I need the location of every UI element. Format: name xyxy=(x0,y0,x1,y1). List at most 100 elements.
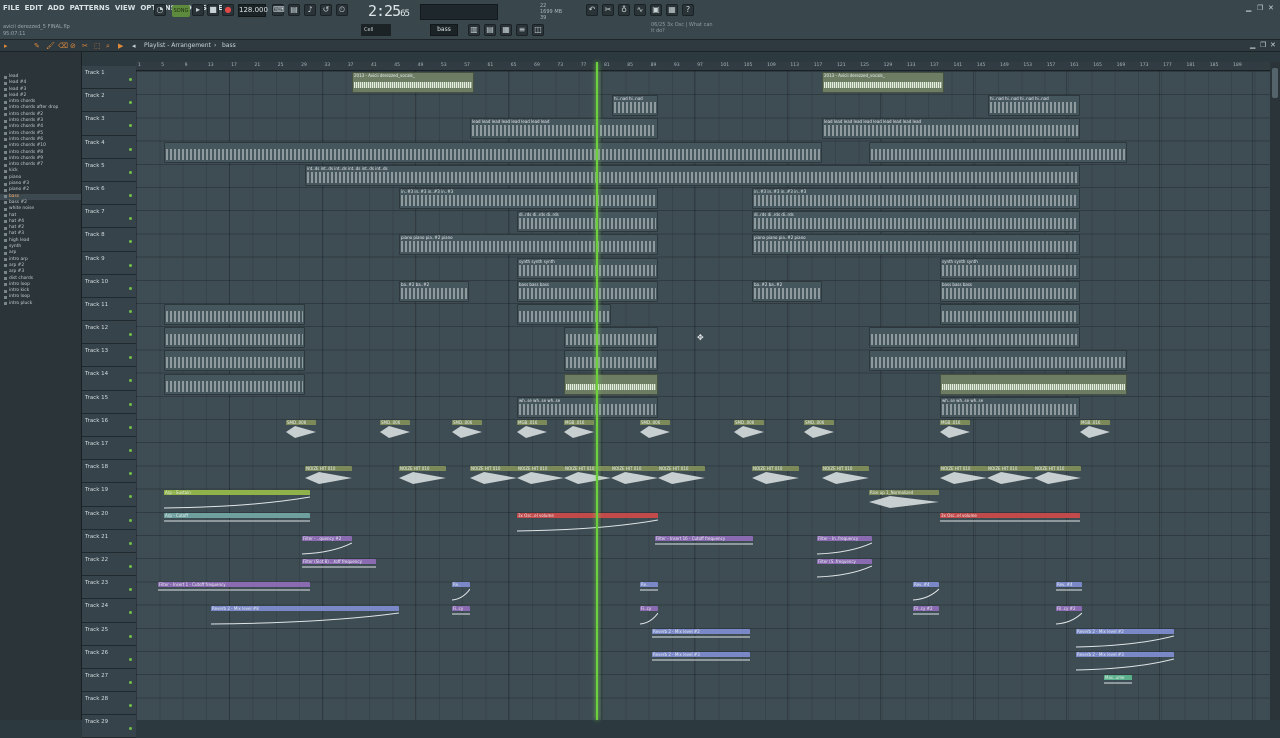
automation-clip[interactable]: Filter - Insert 16 - Cutoff frequency xyxy=(655,536,753,557)
menu-patterns[interactable]: PATTERNS xyxy=(70,4,110,12)
sample-clip[interactable]: NOIZE HIT 010 xyxy=(399,466,446,487)
menu-edit[interactable]: EDIT xyxy=(25,4,43,12)
pattern-clip[interactable]: hi..nad hi..nad xyxy=(612,95,658,117)
maximize-icon[interactable]: ❐ xyxy=(1257,4,1263,12)
track-mute-led[interactable] xyxy=(129,170,132,174)
menu-view[interactable]: VIEW xyxy=(115,4,136,12)
automation-clip[interactable]: Filter - ..quency #2 xyxy=(302,536,352,557)
track-mute-led[interactable] xyxy=(129,425,132,429)
pattern-clip[interactable]: ba..#2 ba..#2 xyxy=(752,280,822,302)
track-header[interactable]: Track 10 xyxy=(82,274,136,298)
browser-arrow-icon[interactable]: ▸ xyxy=(4,42,8,50)
paint-tool-icon[interactable]: 🖌 xyxy=(46,42,55,50)
pattern-clip[interactable]: in..#3 in..#3 in..#3 in..#3 xyxy=(399,188,658,209)
track-mute-led[interactable] xyxy=(129,680,132,684)
zoom-tool-icon[interactable]: ⌕ xyxy=(106,42,110,51)
sample-clip[interactable]: NOIZE HIT 010 xyxy=(517,466,564,487)
sample-clip[interactable]: SMD..006 xyxy=(804,420,834,441)
automation-clip[interactable]: Fi..cy xyxy=(452,605,470,627)
sample-clip[interactable]: NOIZE HIT 010 xyxy=(658,466,705,487)
sample-clip[interactable]: NOIZE HIT 010 xyxy=(822,466,869,487)
track-header[interactable]: Track 17 xyxy=(82,437,136,461)
playlist-close-icon[interactable]: ✕ xyxy=(1270,41,1276,49)
pattern-clip[interactable] xyxy=(869,327,1080,349)
track-mute-led[interactable] xyxy=(129,564,132,568)
track-header[interactable]: Track 15 xyxy=(82,390,136,414)
pattern-clip[interactable] xyxy=(164,304,305,325)
track-header[interactable]: Track 28 xyxy=(82,692,136,716)
channel-rack-icon[interactable]: ▦ xyxy=(500,24,512,36)
playlist-breadcrumb[interactable]: bass xyxy=(222,42,236,49)
automation-clip[interactable]: Arp - Sustain xyxy=(164,489,310,511)
track-header[interactable]: Track 13 xyxy=(82,344,136,368)
track-header[interactable]: Track 7 xyxy=(82,205,136,229)
track-header[interactable]: Track 4 xyxy=(82,135,136,159)
playhead[interactable] xyxy=(596,62,598,720)
sample-clip[interactable]: SMD..006 xyxy=(380,420,410,441)
track-header[interactable]: Track 19 xyxy=(82,483,136,507)
automation-clip[interactable]: 3x Osc..el volume xyxy=(940,512,1080,534)
play-button[interactable]: ▸ xyxy=(192,4,204,16)
help-icon[interactable]: ? xyxy=(682,4,694,16)
sample-clip[interactable]: NOIZE HIT 010 xyxy=(611,466,658,487)
track-header[interactable]: Track 1 xyxy=(82,66,136,90)
timeline-ruler[interactable]: 1 5 9 13 17 21 25 29 33 37 41 45 49 53 57 61 65 69 73 77 81 8… xyxy=(136,62,1270,71)
track-mute-led[interactable] xyxy=(129,124,132,128)
piano-roll-icon[interactable]: ▤ xyxy=(484,24,496,36)
select-tool-icon[interactable]: ⬚ xyxy=(94,42,101,50)
scrollbar-thumb[interactable] xyxy=(1272,68,1278,98)
pattern-clip[interactable]: synth synth synth xyxy=(517,257,658,279)
pattern-clip[interactable]: bass bass bass xyxy=(940,280,1080,302)
automation-clip[interactable]: Reverb 2 - Mix level #3 xyxy=(1076,652,1174,673)
pattern-clip[interactable]: lead lead lead lead lead lead lead lead … xyxy=(822,118,1080,140)
undo-icon[interactable]: ↶ xyxy=(586,4,598,16)
automation-clip[interactable]: Fi..cy xyxy=(640,605,658,627)
pattern-clip[interactable]: hi..nad hi..nad hi..nad hi..nad xyxy=(988,95,1080,117)
track-mute-led[interactable] xyxy=(129,356,132,360)
pattern-clip[interactable]: wh..se wh..se wh..se xyxy=(517,396,658,418)
pattern-clip[interactable]: ba..#2 ba..#2 xyxy=(399,280,469,302)
track-mute-led[interactable] xyxy=(129,286,132,290)
sample-clip[interactable]: Rise up 1_Normalized xyxy=(869,489,939,511)
delete-tool-icon[interactable]: ⌫ xyxy=(58,42,68,50)
browser-icon[interactable]: ◫ xyxy=(532,24,544,36)
sample-clip[interactable]: NOIZE HIT 010 xyxy=(305,466,352,487)
pattern-clip[interactable]: di..rds di..rds di..rds xyxy=(752,211,1080,233)
sample-clip[interactable]: MGB..016 xyxy=(517,420,547,441)
pattern-clip[interactable] xyxy=(869,141,1127,163)
pat-song-toggle[interactable]: SONG xyxy=(172,5,190,17)
slice-tool-icon[interactable]: ✂ xyxy=(82,42,88,50)
menu-add[interactable]: ADD xyxy=(48,4,65,12)
save-icon[interactable]: ▣ xyxy=(650,4,662,16)
minimize-icon[interactable]: ▁ xyxy=(1246,4,1251,12)
arrangement-grid[interactable]: 2013 - Avicii derezzed_vocals_ 2013 - Avi… xyxy=(136,71,1270,720)
track-mute-led[interactable] xyxy=(129,704,132,708)
track-mute-led[interactable] xyxy=(129,727,132,731)
automation-clip[interactable]: Fil..cy #2 xyxy=(913,605,939,627)
automation-clip[interactable]: Reverb 2 - Mix level #8 xyxy=(211,605,399,627)
audio-clip[interactable] xyxy=(940,373,1127,395)
sample-clip[interactable]: NOIZE HIT 010 xyxy=(940,466,987,487)
sample-clip[interactable]: NOIZE HIT 010 xyxy=(752,466,799,487)
track-header[interactable]: Track 11 xyxy=(82,297,136,322)
track-mute-led[interactable] xyxy=(129,217,132,221)
track-mute-led[interactable] xyxy=(129,472,132,476)
pattern-clip[interactable]: di..rds di..rds di..rds xyxy=(517,211,658,233)
sample-clip[interactable]: SMD..006 xyxy=(640,420,670,441)
audio-clip[interactable]: 2013 - Avicii derezzed_vocals_ xyxy=(352,72,474,93)
track-mute-led[interactable] xyxy=(129,634,132,638)
pattern-clip[interactable] xyxy=(164,327,305,349)
track-mute-led[interactable] xyxy=(129,379,132,383)
pattern-clip[interactable]: piano piano pia..#2 piano xyxy=(399,234,658,256)
microphone-icon[interactable]: ♁ xyxy=(618,4,630,16)
step-edit-icon[interactable]: ▤ xyxy=(288,4,300,16)
close-icon[interactable]: ✕ xyxy=(1268,4,1274,12)
playlist-options-icon[interactable]: ◂ xyxy=(132,42,136,50)
sample-clip[interactable]: SMD..006 xyxy=(734,420,764,441)
automation-clip[interactable]: Reverb 2 - Mix level #2 xyxy=(652,628,750,650)
audio-clip[interactable]: 2013 - Avicii derezzed_vocals_ xyxy=(822,72,944,93)
menu-file[interactable]: FILE xyxy=(3,4,20,12)
track-mute-led[interactable] xyxy=(129,309,132,313)
track-mute-led[interactable] xyxy=(129,657,132,661)
track-mute-led[interactable] xyxy=(129,611,132,615)
